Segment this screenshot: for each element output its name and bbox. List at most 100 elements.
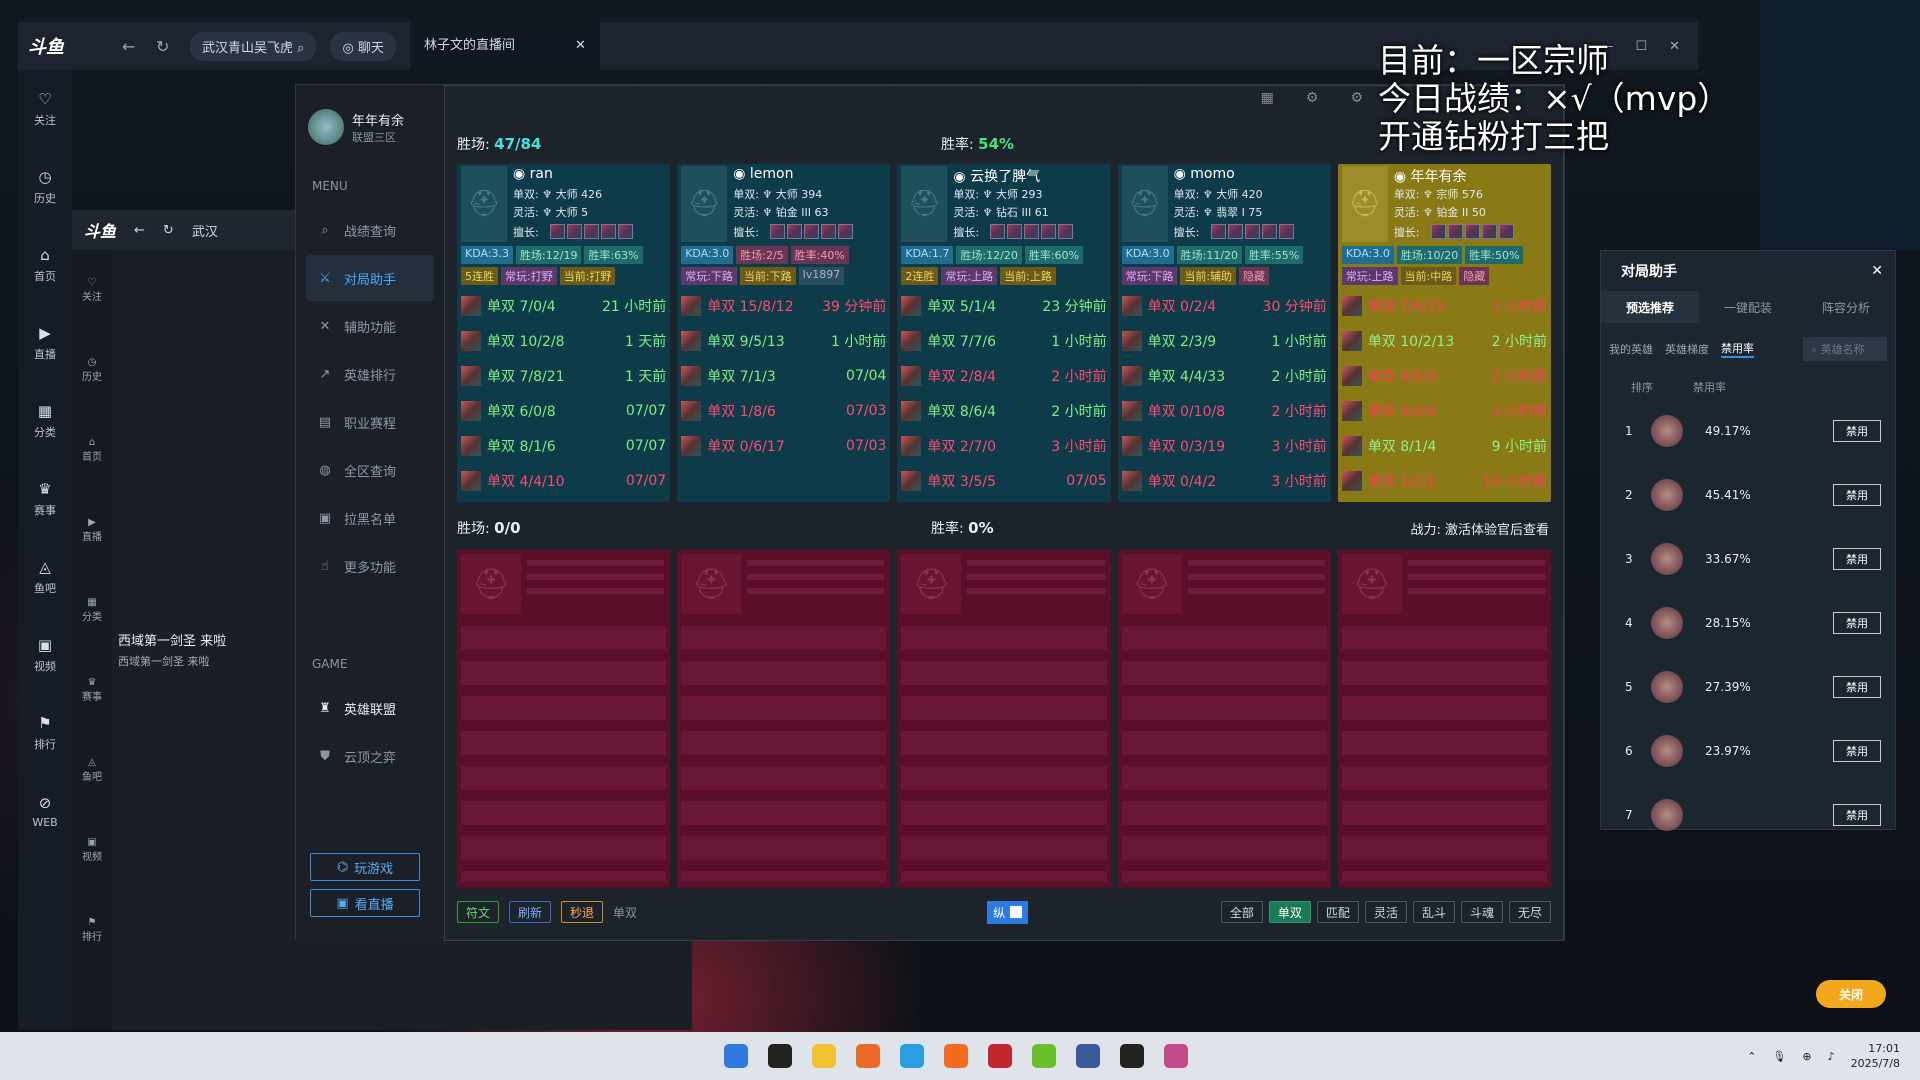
app-icon[interactable] <box>1076 1044 1100 1068</box>
app-icon[interactable] <box>1032 1044 1056 1068</box>
match-row[interactable]: 单双 4/4/10 07/07 <box>457 463 670 498</box>
champion-icon[interactable] <box>1244 224 1260 239</box>
menu-item-assist[interactable]: ✕ 辅助功能 <box>306 303 434 349</box>
match-row[interactable]: 单双 0/4/2 3 小时前 <box>1118 463 1331 498</box>
gear-icon[interactable]: ⚙ <box>1306 90 1319 106</box>
match-row[interactable]: 单双 1/2/2 10 小时前 <box>1338 463 1551 498</box>
close-icon[interactable]: ✕ <box>575 22 586 70</box>
player-card[interactable]: ⛑ ◉ momo 单双: ♆ 大师 420 灵活: ♆ 翡翠 I 75 擅长: … <box>1117 164 1331 502</box>
match-row[interactable]: 单双 0/3/19 3 小时前 <box>1118 428 1331 463</box>
match-row[interactable]: 单双 8/1/6 07/07 <box>457 428 670 463</box>
champion-icon[interactable] <box>1007 224 1023 239</box>
clock[interactable]: 17:01 2025/7/8 <box>1851 1041 1900 1071</box>
match-row[interactable]: 单双 1/8/6 07/03 <box>677 393 890 428</box>
champion-icon[interactable] <box>1464 224 1480 239</box>
champion-icon[interactable] <box>1447 224 1463 239</box>
refresh-button[interactable]: 刷新 <box>509 901 552 923</box>
layout-toggle[interactable]: 纵 <box>987 900 1029 924</box>
chat-button[interactable]: ◎ 聊天 <box>330 31 396 61</box>
filter-button[interactable]: 乱斗 <box>1412 901 1455 923</box>
filter-button[interactable]: 单双 <box>1268 901 1311 923</box>
match-row[interactable]: 单双 8/6/4 2 小时前 <box>897 393 1110 428</box>
menu-item-blacklist[interactable]: ▣ 拉黑名单 <box>306 495 434 541</box>
app-icon[interactable] <box>944 1044 968 1068</box>
match-row[interactable]: 单双 9/5/13 1 小时前 <box>677 323 890 358</box>
match-row[interactable]: 单双 5/1/4 23 分钟前 <box>897 288 1110 323</box>
match-row[interactable]: 单双 7/0/4 21 小时前 <box>457 288 670 323</box>
rail-events[interactable]: ♛ 赛事 <box>18 460 72 538</box>
rail-video[interactable]: ▣ 视频 <box>18 616 72 694</box>
champion-icon[interactable] <box>618 224 633 239</box>
ban-button[interactable]: 禁用 <box>1833 420 1881 442</box>
champion-icon[interactable] <box>1058 224 1074 239</box>
menu-item-record[interactable]: ⌕ 战绩查询 <box>306 207 434 253</box>
inner-rail-item[interactable]: ▶ 直播 <box>72 490 112 570</box>
match-row[interactable]: 单双 7/7/6 1 小时前 <box>897 323 1110 358</box>
watch-live-button[interactable]: ▣ 看直播 <box>310 889 420 917</box>
chevron-up-icon[interactable]: ⌃ <box>1747 1050 1756 1063</box>
search-icon[interactable]: ⌕ <box>297 41 304 56</box>
champion-icon[interactable] <box>584 224 599 239</box>
player-card[interactable]: ⛑ ◉ 年年有余 单双: ♆ 宗师 576 灵活: ♆ 铂金 II 50 擅长:… <box>1337 164 1552 502</box>
tab-comp[interactable]: 阵容分析 <box>1797 291 1895 323</box>
game-item-lol[interactable]: ♜ 英雄联盟 <box>306 685 434 731</box>
rail-fishbar[interactable]: ◬ 鱼吧 <box>18 538 72 616</box>
player-card[interactable]: ⛑ ◉ 云换了脾气 单双: ♆ 大师 293 灵活: ♆ 钻石 III 61 擅… <box>897 164 1111 502</box>
champion-icon[interactable] <box>1024 224 1040 239</box>
champion-icon[interactable] <box>821 224 837 239</box>
app-icon[interactable] <box>988 1044 1012 1068</box>
rail-history[interactable]: ◷ 历史 <box>18 148 72 226</box>
play-game-button[interactable]: ⌬ 玩游戏 <box>310 853 420 881</box>
player-card[interactable]: ⛑ ◉ lemon 单双: ♆ 大师 394 灵活: ♆ 铂金 III 63 擅… <box>677 164 891 502</box>
menu-item-region[interactable]: ◍ 全区查询 <box>306 447 434 493</box>
rail-category[interactable]: ▦ 分类 <box>18 382 72 460</box>
rail-rank[interactable]: ⚑ 排行 <box>18 694 72 772</box>
reload-icon[interactable]: ↻ <box>163 223 174 238</box>
volume-icon[interactable]: ♪ <box>1828 1050 1835 1063</box>
champion-icon[interactable] <box>1041 224 1057 239</box>
match-row[interactable]: 单双 4/4/4 3 小时前 <box>1338 393 1551 428</box>
rune-button[interactable]: 符文 <box>457 901 500 923</box>
champion-icon[interactable] <box>838 224 854 239</box>
champion-icon[interactable] <box>1210 224 1226 239</box>
champion-icon[interactable] <box>601 224 616 239</box>
champion-icon[interactable] <box>1481 224 1497 239</box>
menu-item-ranking[interactable]: ↗ 英雄排行 <box>306 351 434 397</box>
match-row[interactable]: 单双 2/3/9 1 小时前 <box>1118 323 1331 358</box>
mic-icon[interactable]: 🎙 <box>1772 1050 1786 1063</box>
match-row[interactable]: 单双 10/2/8 1 天前 <box>457 323 670 358</box>
ban-button[interactable]: 禁用 <box>1833 612 1881 634</box>
settings-icon[interactable]: ⚙ <box>1350 90 1363 106</box>
champion-icon[interactable] <box>770 224 786 239</box>
menu-item-assistant[interactable]: ⚔ 对局助手 <box>306 255 434 301</box>
champion-icon[interactable] <box>567 224 582 239</box>
windows-icon[interactable] <box>724 1044 748 1068</box>
inner-rail-item[interactable]: ⚑ 排行 <box>72 890 112 970</box>
match-row[interactable]: 单双 7/1/3 07/04 <box>677 358 890 393</box>
ban-button[interactable]: 禁用 <box>1833 676 1881 698</box>
subtab-my-heroes[interactable]: 我的英雄 <box>1609 341 1653 357</box>
inner-rail-item[interactable]: ⌂ 首页 <box>72 410 112 490</box>
champion-icon[interactable] <box>1261 224 1277 239</box>
tab-live-room[interactable]: 林子文的直播间 ✕ <box>409 22 600 70</box>
grid-icon[interactable]: ▦ <box>1261 90 1274 106</box>
ban-button[interactable]: 禁用 <box>1833 484 1881 506</box>
champion-icon[interactable] <box>1278 224 1294 239</box>
match-row[interactable]: 单双 0/2/4 30 分钟前 <box>1118 288 1331 323</box>
back-icon[interactable]: ← <box>134 223 145 238</box>
app-g-icon[interactable] <box>768 1044 792 1068</box>
edge-icon[interactable] <box>900 1044 924 1068</box>
champion-icon[interactable] <box>1227 224 1243 239</box>
match-row[interactable]: 单双 2/7/0 3 小时前 <box>897 428 1110 463</box>
location-pill[interactable]: 武汉青山吴飞虎 ⌕ <box>190 31 317 61</box>
match-row[interactable]: 单双 4/5/3 2 小时前 <box>1338 358 1551 393</box>
app-icon[interactable] <box>1164 1044 1188 1068</box>
match-row[interactable]: 单双 2/8/4 2 小时前 <box>897 358 1110 393</box>
inner-rail-item[interactable]: ◬ 鱼吧 <box>72 730 112 810</box>
network-icon[interactable]: ⊕ <box>1802 1050 1811 1063</box>
game-item-tft[interactable]: ⛊ 云顶之弈 <box>306 733 434 779</box>
match-row[interactable]: 单双 7/4/15 1 小时前 <box>1338 288 1551 323</box>
reload-icon[interactable]: ↻ <box>156 37 176 56</box>
champion-icon[interactable] <box>1498 224 1514 239</box>
inner-rail-item[interactable]: ♡ 关注 <box>72 250 112 330</box>
